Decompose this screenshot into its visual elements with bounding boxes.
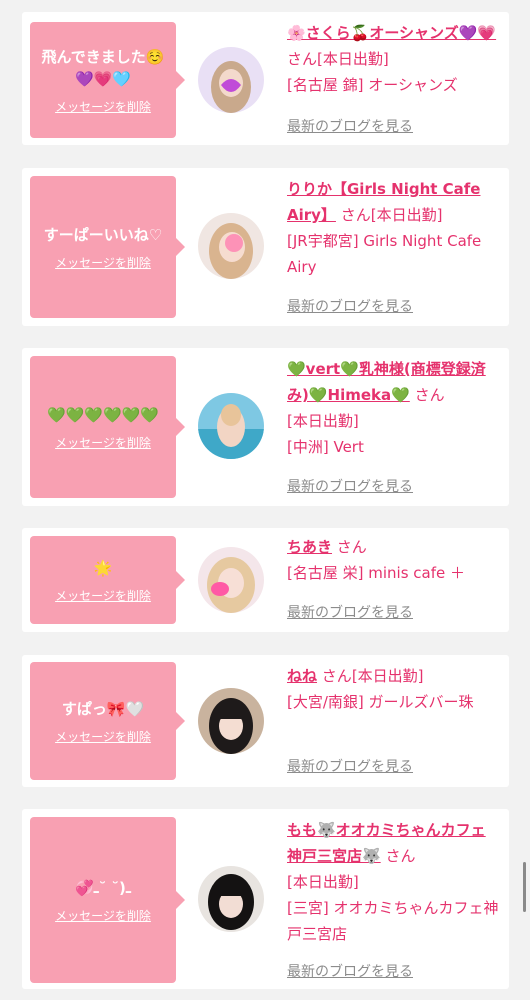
latest-blog-link[interactable]: 最新のブログを見る xyxy=(287,961,413,981)
user-name-link[interactable]: 💚vert💚乳神様(商標登録済み)💚Himeka💚 xyxy=(287,360,486,404)
avatar[interactable] xyxy=(198,393,264,459)
honorific: さん xyxy=(340,206,371,224)
message-text: すぱっ🎀🤍 xyxy=(61,699,145,718)
latest-blog-link[interactable]: 最新のブログを見る xyxy=(287,296,413,316)
delete-message-link[interactable]: メッセージを削除 xyxy=(55,254,151,271)
message-bubble: すーぱーいいね♡ メッセージを削除 xyxy=(30,176,185,318)
shop-location: [大宮/南銀] ガールズバー珠 xyxy=(287,693,474,711)
shop-location: [名古屋 錦] オーシャンズ xyxy=(287,76,458,94)
shop-location: [JR宇都宮] Girls Night Cafe Airy xyxy=(287,232,482,276)
user-info: ねね さん[本日出勤] [大宮/南銀] ガールズバー珠 xyxy=(287,663,499,715)
shop-location: [中洲] Vert xyxy=(287,438,364,456)
latest-blog-link[interactable]: 最新のブログを見る xyxy=(287,602,413,622)
avatar[interactable] xyxy=(198,547,264,613)
message-bubble: 💚💚💚💚💚💚 メッセージを削除 xyxy=(30,356,185,498)
work-status: [本日出勤] xyxy=(370,206,443,224)
avatar[interactable] xyxy=(198,213,264,279)
message-bubble: 🌟 メッセージを削除 xyxy=(30,536,185,624)
list-item: 🌟 メッセージを削除 ちあき さん [名古屋 栄] minis cafe ＋ 最… xyxy=(22,528,509,632)
honorific: さん xyxy=(321,667,352,685)
user-name-link[interactable]: ねね xyxy=(287,667,317,685)
latest-blog-link[interactable]: 最新のブログを見る xyxy=(287,756,413,776)
message-bubble: 💞ـ(˘ ˘ـ メッセージを削除 xyxy=(30,817,185,983)
user-info: りりか【Girls Night Cafe Airy】 さん[本日出勤] [JR宇… xyxy=(287,176,499,280)
user-info: ちあき さん [名古屋 栄] minis cafe ＋ xyxy=(287,534,499,586)
work-status: [本日出勤] xyxy=(287,412,359,430)
latest-blog-link[interactable]: 最新のブログを見る xyxy=(287,476,413,496)
user-name-link[interactable]: ちあき xyxy=(287,538,332,556)
avatar[interactable] xyxy=(198,47,264,113)
honorific: さん xyxy=(287,50,318,68)
message-text: 💚💚💚💚💚💚 xyxy=(46,405,160,424)
scrollbar[interactable] xyxy=(523,862,526,912)
honorific: さん xyxy=(414,386,445,404)
message-bubble: すぱっ🎀🤍 メッセージを削除 xyxy=(30,662,185,780)
message-text: すーぱーいいね♡ xyxy=(43,225,163,244)
delete-message-link[interactable]: メッセージを削除 xyxy=(55,907,151,924)
latest-blog-link[interactable]: 最新のブログを見る xyxy=(287,116,413,136)
delete-message-link[interactable]: メッセージを削除 xyxy=(55,728,151,745)
message-bubble: 飛んできました☺️ 💜💗🩵 メッセージを削除 xyxy=(30,22,185,138)
message-text: 🌟 xyxy=(93,558,113,577)
user-name-link[interactable]: 🌸さくら🍒オーシャンズ💜💗 xyxy=(287,24,496,42)
list-item: すぱっ🎀🤍 メッセージを削除 ねね さん[本日出勤] [大宮/南銀] ガールズバ… xyxy=(22,655,509,787)
user-info: もも🐺オオカミちゃんカフェ神戸三宮店🐺 さん [本日出勤] [三宮] オオカミち… xyxy=(287,817,499,947)
list-item: すーぱーいいね♡ メッセージを削除 りりか【Girls Night Cafe A… xyxy=(22,168,509,326)
honorific: さん xyxy=(336,538,367,556)
list-item: 💞ـ(˘ ˘ـ メッセージを削除 もも🐺オオカミちゃんカフェ神戸三宮店🐺 さん … xyxy=(22,809,509,989)
list-item: 飛んできました☺️ 💜💗🩵 メッセージを削除 🌸さくら🍒オーシャンズ💜💗 さん[… xyxy=(22,12,509,145)
work-status: [本日出勤] xyxy=(287,873,359,891)
work-status: [本日出勤] xyxy=(351,667,424,685)
message-text: 💞ـ(˘ ˘ـ xyxy=(74,878,132,897)
delete-message-link[interactable]: メッセージを削除 xyxy=(55,98,151,115)
avatar[interactable] xyxy=(198,688,264,754)
honorific: さん xyxy=(385,847,416,865)
user-info: 💚vert💚乳神様(商標登録済み)💚Himeka💚 さん [本日出勤] [中洲]… xyxy=(287,356,499,460)
list-item: 💚💚💚💚💚💚 メッセージを削除 💚vert💚乳神様(商標登録済み)💚Himeka… xyxy=(22,348,509,506)
message-text: 飛んできました☺️ 💜💗🩵 xyxy=(41,47,165,88)
delete-message-link[interactable]: メッセージを削除 xyxy=(55,434,151,451)
work-status: [本日出勤] xyxy=(317,50,389,68)
delete-message-link[interactable]: メッセージを削除 xyxy=(55,587,151,604)
shop-location: [三宮] オオカミちゃんカフェ神戸三宮店 xyxy=(287,899,499,943)
shop-location: [名古屋 栄] minis cafe ＋ xyxy=(287,564,465,582)
user-info: 🌸さくら🍒オーシャンズ💜💗 さん[本日出勤] [名古屋 錦] オーシャンズ xyxy=(287,20,499,98)
avatar[interactable] xyxy=(198,866,264,932)
